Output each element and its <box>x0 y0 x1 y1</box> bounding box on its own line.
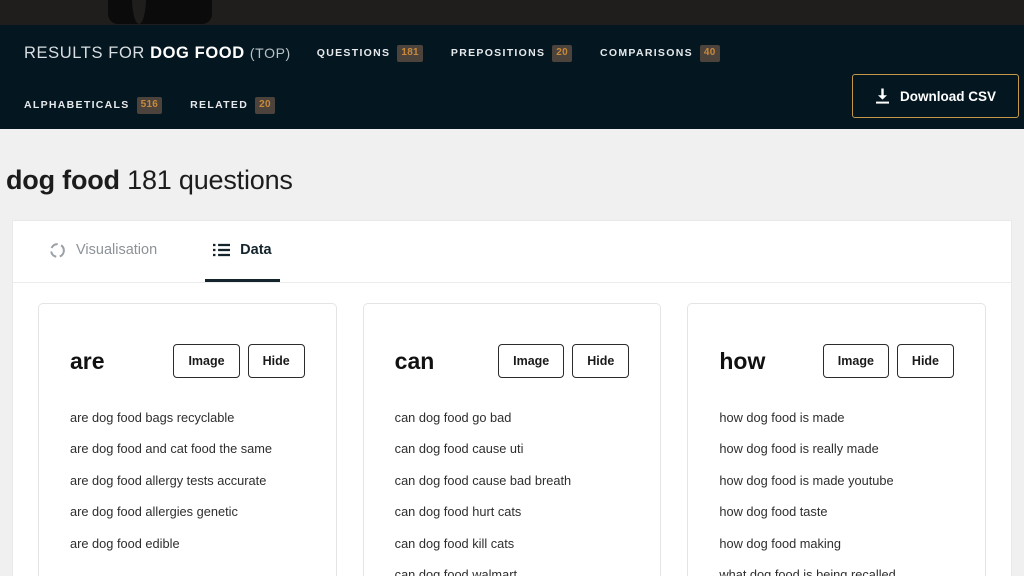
image-button[interactable]: Image <box>498 344 565 378</box>
nav-item-alphabeticals-count: 516 <box>136 96 163 114</box>
hide-button[interactable]: Hide <box>896 344 955 378</box>
nav-item-prepositions[interactable]: PREPOSITIONS 20 <box>450 44 573 62</box>
page-title: dog food 181 questions <box>0 129 1024 196</box>
list-item[interactable]: can dog food go bad <box>395 408 630 427</box>
question-card: are Image Hide are dog food bags recycla… <box>38 303 337 576</box>
brand-logo <box>108 0 212 24</box>
list-item[interactable]: can dog food cause bad breath <box>395 471 630 490</box>
nav-item-alphabeticals-label: ALPHABETICALS <box>24 99 130 111</box>
list-item[interactable]: can dog food hurt cats <box>395 502 630 521</box>
card-actions: Image Hide <box>498 344 630 378</box>
tab-data-label: Data <box>240 242 272 258</box>
question-cards: are Image Hide are dog food bags recycla… <box>13 283 1011 576</box>
tab-visualisation-label: Visualisation <box>76 242 158 258</box>
list-icon <box>213 243 231 257</box>
card-header: how Image Hide <box>719 338 955 384</box>
question-card: can Image Hide can dog food go bad can d… <box>362 303 662 576</box>
tab-visualisation[interactable]: Visualisation <box>41 221 165 282</box>
page-title-count: 181 questions <box>127 165 293 195</box>
list-item[interactable]: are dog food edible <box>70 534 305 553</box>
list-item[interactable]: are dog food bags recyclable <box>70 408 305 427</box>
results-header: RESULTS FOR DOG FOOD (TOP) QUESTIONS 181… <box>0 25 1024 129</box>
list-item[interactable]: can dog food cause uti <box>395 439 630 458</box>
page-title-keyword: dog food <box>6 165 120 195</box>
results-prefix: RESULTS FOR <box>24 43 145 62</box>
question-list: can dog food go bad can dog food cause u… <box>395 408 630 576</box>
tab-data[interactable]: Data <box>205 221 280 282</box>
card-header: can Image Hide <box>395 338 630 384</box>
list-item[interactable]: can dog food kill cats <box>395 534 630 553</box>
donut-chart-icon <box>50 242 65 258</box>
nav-item-related[interactable]: RELATED 20 <box>190 96 275 114</box>
list-item[interactable]: how dog food taste <box>719 502 954 521</box>
nav-item-comparisons-label: COMPARISONS <box>600 47 693 59</box>
nav-item-related-count: 20 <box>255 96 275 114</box>
nav-item-prepositions-count: 20 <box>552 44 573 62</box>
card-header: are Image Hide <box>70 338 305 384</box>
card-actions: Image Hide <box>822 344 955 378</box>
nav-item-related-label: RELATED <box>190 99 249 111</box>
nav-item-questions-label: QUESTIONS <box>316 47 391 59</box>
list-item[interactable]: how dog food is really made <box>719 439 954 458</box>
image-button[interactable]: Image <box>822 344 889 378</box>
question-list: are dog food bags recyclable are dog foo… <box>70 408 305 553</box>
download-csv-label: Download CSV <box>899 88 996 104</box>
question-card: how Image Hide how dog food is made how … <box>687 303 987 576</box>
list-item[interactable]: what dog food is being recalled <box>719 565 954 576</box>
card-actions: Image Hide <box>173 344 305 378</box>
results-title: RESULTS FOR DOG FOOD (TOP) <box>24 44 291 63</box>
list-item[interactable]: are dog food and cat food the same <box>70 439 305 458</box>
card-word: how <box>719 347 766 374</box>
list-item[interactable]: how dog food making <box>719 534 954 553</box>
results-panel: Visualisation Data are Image Hide are do… <box>12 220 1012 576</box>
nav-item-questions-count: 181 <box>397 44 423 62</box>
download-csv-button[interactable]: Download CSV <box>851 74 1019 118</box>
nav-item-questions[interactable]: QUESTIONS 181 <box>316 44 423 62</box>
hide-button[interactable]: Hide <box>572 344 630 378</box>
nav-item-prepositions-label: PREPOSITIONS <box>450 47 546 59</box>
list-item[interactable]: can dog food walmart <box>395 565 630 576</box>
nav-item-comparisons-count: 40 <box>699 44 720 62</box>
question-list: how dog food is made how dog food is rea… <box>719 408 954 576</box>
hide-button[interactable]: Hide <box>247 344 305 378</box>
top-brand-strip <box>0 0 1024 25</box>
nav-item-comparisons[interactable]: COMPARISONS 40 <box>600 44 720 62</box>
card-word: can <box>394 347 435 374</box>
card-word: are <box>70 347 105 374</box>
results-scope: (TOP) <box>249 44 291 61</box>
image-button[interactable]: Image <box>173 344 240 378</box>
results-keyword: DOG FOOD <box>150 43 245 62</box>
list-item[interactable]: are dog food allergy tests accurate <box>70 471 305 490</box>
list-item[interactable]: how dog food is made youtube <box>719 471 954 490</box>
tab-bar: Visualisation Data <box>13 221 1011 283</box>
list-item[interactable]: are dog food allergies genetic <box>70 502 305 521</box>
list-item[interactable]: how dog food is made <box>719 408 954 427</box>
download-icon <box>875 88 889 104</box>
nav-item-alphabeticals[interactable]: ALPHABETICALS 516 <box>24 96 163 114</box>
